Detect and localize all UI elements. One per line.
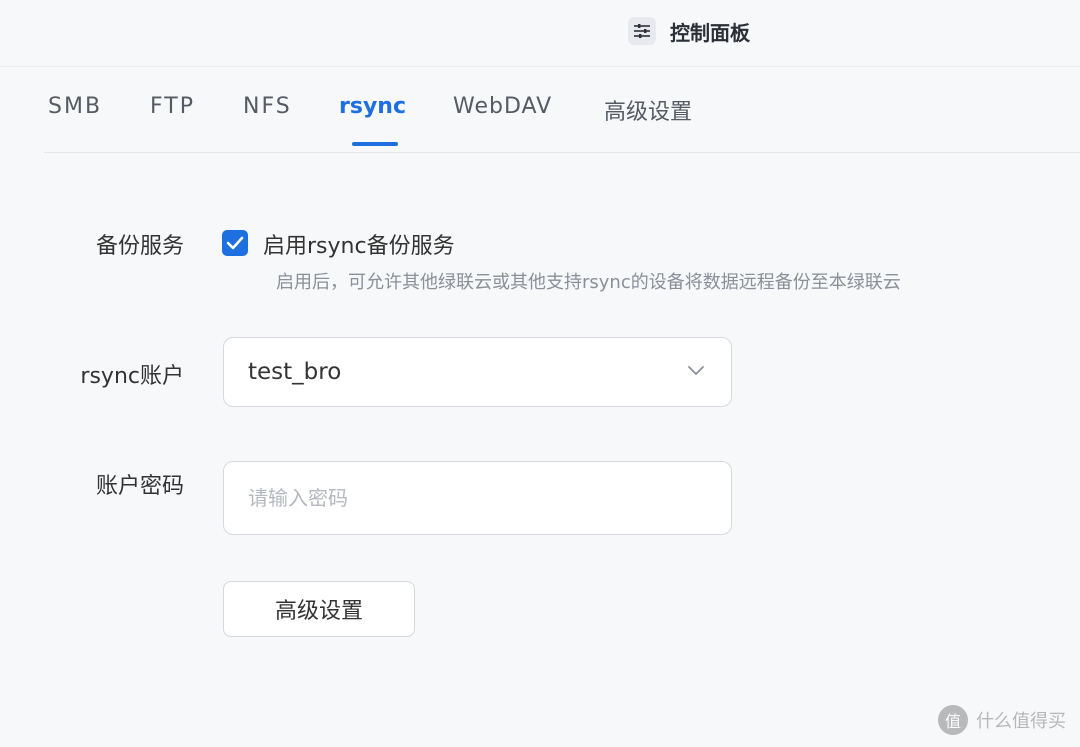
tab-rsync[interactable]: rsync <box>339 94 406 119</box>
top-bar: 控制面板 <box>0 0 1080 67</box>
tab-advanced-settings[interactable]: 高级设置 <box>604 94 692 126</box>
watermark-text: 什么值得买 <box>976 711 1066 732</box>
tab-nfs[interactable]: NFS <box>243 94 292 119</box>
watermark: 值 什么值得买 <box>938 705 1066 735</box>
sliders-icon <box>628 17 656 45</box>
active-tab-indicator <box>352 142 398 146</box>
enable-rsync-label[interactable]: 启用rsync备份服务 <box>263 228 455 260</box>
advanced-settings-button[interactable]: 高级设置 <box>223 581 415 637</box>
tab-ftp[interactable]: FTP <box>150 94 195 119</box>
rsync-account-value: test_bro <box>248 359 342 385</box>
password-label: 账户密码 <box>95 474 184 499</box>
page-header: 控制面板 <box>628 16 750 46</box>
tab-webdav[interactable]: WebDAV <box>453 94 552 119</box>
rsync-account-select[interactable]: test_bro <box>223 337 732 407</box>
enable-rsync-hint: 启用后，可允许其他绿联云或其他支持rsync的设备将数据远程备份至本绿联云 <box>276 272 901 293</box>
rsync-account-label: rsync账户 <box>80 364 184 389</box>
backup-service-label: 备份服务 <box>95 234 184 259</box>
tab-bar: SMB FTP NFS rsync WebDAV 高级设置 <box>44 84 1080 153</box>
chevron-down-icon <box>688 366 704 375</box>
enable-rsync-checkbox[interactable] <box>222 230 248 256</box>
password-input[interactable] <box>223 461 732 535</box>
tab-smb[interactable]: SMB <box>48 94 102 119</box>
checkmark-icon <box>226 236 244 250</box>
page-title: 控制面板 <box>670 20 750 45</box>
watermark-logo: 值 <box>938 705 968 735</box>
